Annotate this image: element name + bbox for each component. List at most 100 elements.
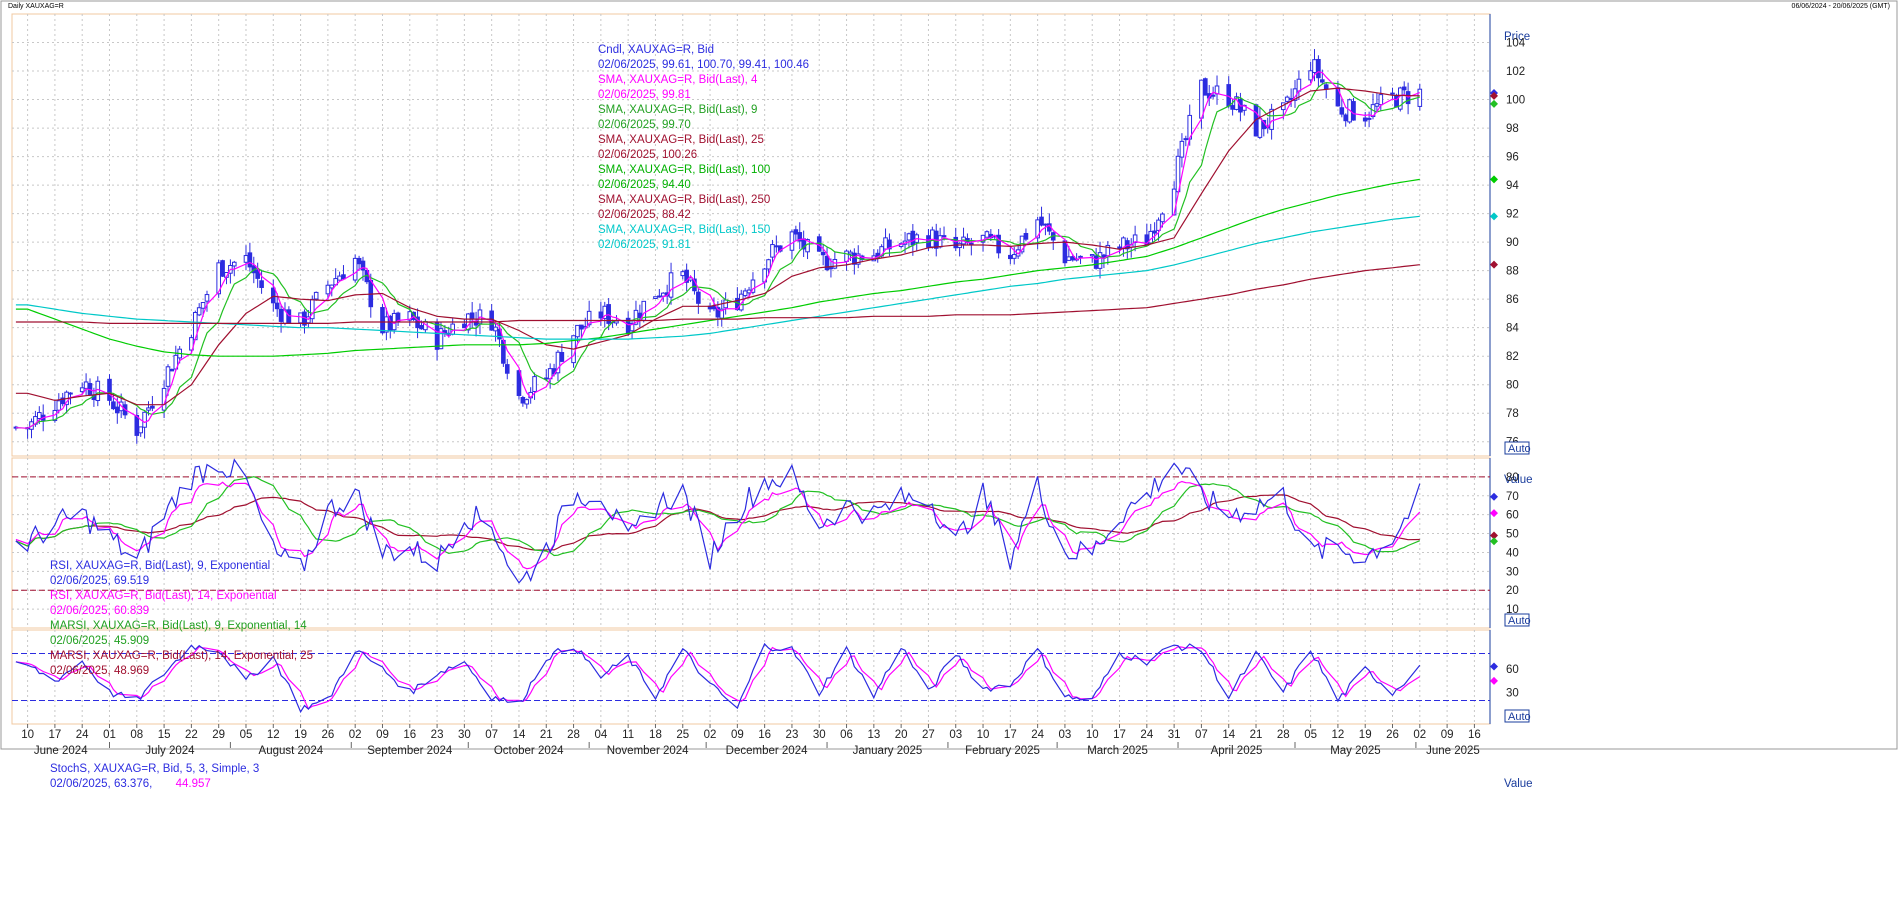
marsi-14-line: [15, 494, 1420, 551]
x-day-label: 25: [676, 729, 689, 741]
candle-body: [419, 325, 424, 330]
candle-body: [313, 291, 319, 300]
candle-body: [150, 405, 155, 409]
rsi-tick-label: 80: [1506, 472, 1519, 484]
candle-body: [883, 237, 888, 250]
x-day-label: 07: [1195, 729, 1208, 741]
x-day-label: 09: [376, 729, 389, 741]
candle-body: [1316, 58, 1321, 79]
candle-body: [1374, 103, 1380, 107]
candle-body: [637, 312, 643, 318]
candle-body: [1043, 223, 1048, 226]
candle-body: [1230, 105, 1235, 110]
x-day-label: 09: [1441, 729, 1454, 741]
candle: [984, 230, 990, 238]
candle-body: [278, 308, 284, 322]
candle-body: [941, 235, 947, 238]
candle-body: [243, 255, 249, 263]
candle: [555, 349, 561, 382]
legend-value: 02/06/2025, 99.61, 100.70, 99.41, 100.46: [598, 59, 809, 71]
candle-body: [380, 307, 385, 334]
candle: [29, 418, 34, 439]
stoch-auto-button: Auto: [1504, 709, 1531, 723]
stoch-legend: StochS, XAUXAG=R, Bid, 5, 3, Simple, 3: [50, 763, 259, 775]
candle: [1323, 82, 1329, 99]
candle: [680, 270, 686, 280]
x-day-label: 20: [895, 729, 908, 741]
candle: [83, 373, 89, 396]
last-stochd-marker: [1490, 676, 1498, 685]
x-month-label: March 2025: [1087, 745, 1148, 757]
candle: [142, 411, 147, 439]
legend-name: RSI, XAUXAG=R, Bid(Last), 14, Exponentia…: [50, 590, 277, 602]
candle-body: [504, 364, 510, 374]
x-day-label: 17: [48, 729, 61, 741]
candle-body: [169, 368, 175, 372]
sma-4-line: [15, 71, 1421, 429]
candle: [150, 396, 155, 412]
x-day-label: 29: [212, 729, 225, 741]
rsi-tick-label: 40: [1506, 547, 1519, 559]
candle: [95, 376, 101, 407]
x-month-label: November 2024: [607, 745, 689, 757]
price-tick-label: 98: [1506, 123, 1519, 135]
candle: [1203, 77, 1208, 96]
candle-body: [469, 312, 475, 320]
x-month-label: April 2025: [1211, 745, 1263, 757]
last-stochk-marker: [1490, 662, 1498, 671]
price-tick-label: 94: [1506, 180, 1519, 192]
candle: [1401, 81, 1407, 96]
candle-body: [1097, 252, 1103, 269]
candle-body: [906, 233, 912, 241]
candle-body: [337, 275, 342, 281]
candle-body: [56, 400, 62, 411]
candle-body: [1378, 94, 1384, 106]
rsi-tick-label: 20: [1506, 585, 1519, 597]
candle-body: [1339, 107, 1345, 115]
chart-canvas: Price767880828486889092949698100102104Au…: [0, 0, 1898, 790]
x-month-label: May 2025: [1330, 745, 1381, 757]
x-day-label: 06: [840, 729, 853, 741]
candle-body: [274, 302, 280, 310]
x-day-label: 04: [594, 729, 607, 741]
candle-body: [1093, 255, 1099, 269]
candle: [668, 262, 674, 305]
candle-body: [1401, 86, 1407, 91]
legend-value: 02/06/2025, 91.81: [598, 239, 691, 251]
candle: [107, 374, 112, 406]
candle: [282, 302, 288, 326]
candle-body: [1351, 101, 1356, 121]
candle: [1179, 133, 1185, 168]
x-day-label: 05: [240, 729, 253, 741]
price-tick-label: 80: [1506, 380, 1519, 392]
x-day-label: 10: [1086, 729, 1099, 741]
candle-body: [259, 280, 264, 288]
candle: [914, 232, 920, 251]
price-tick-label: 100: [1506, 95, 1525, 107]
price-auto-button: Auto: [1504, 441, 1531, 455]
candle-body: [766, 259, 771, 270]
last-sma250-marker: [1490, 260, 1498, 269]
candle-body: [953, 236, 959, 249]
price-tick-label: 96: [1506, 152, 1519, 164]
x-day-label: 08: [130, 729, 143, 741]
candle-body: [298, 312, 303, 324]
candle: [1362, 112, 1368, 127]
candle-body: [793, 229, 799, 235]
candle: [742, 288, 748, 298]
candle: [1226, 76, 1232, 109]
candle: [793, 225, 799, 242]
legend-value: 02/06/2025, 99.70: [598, 119, 691, 131]
x-day-label: 12: [1332, 729, 1345, 741]
x-day-label: 16: [758, 729, 771, 741]
price-tick-label: 82: [1506, 351, 1519, 363]
x-month-label: October 2024: [494, 745, 564, 757]
candle: [980, 234, 986, 252]
x-month-label: July 2024: [145, 745, 195, 757]
candle: [1039, 206, 1044, 227]
candle: [532, 372, 537, 400]
candle-body: [770, 244, 775, 258]
legend-name: SMA, XAUXAG=R, Bid(Last), 100: [598, 164, 770, 176]
candle: [637, 304, 643, 328]
candle-body: [1343, 114, 1349, 122]
